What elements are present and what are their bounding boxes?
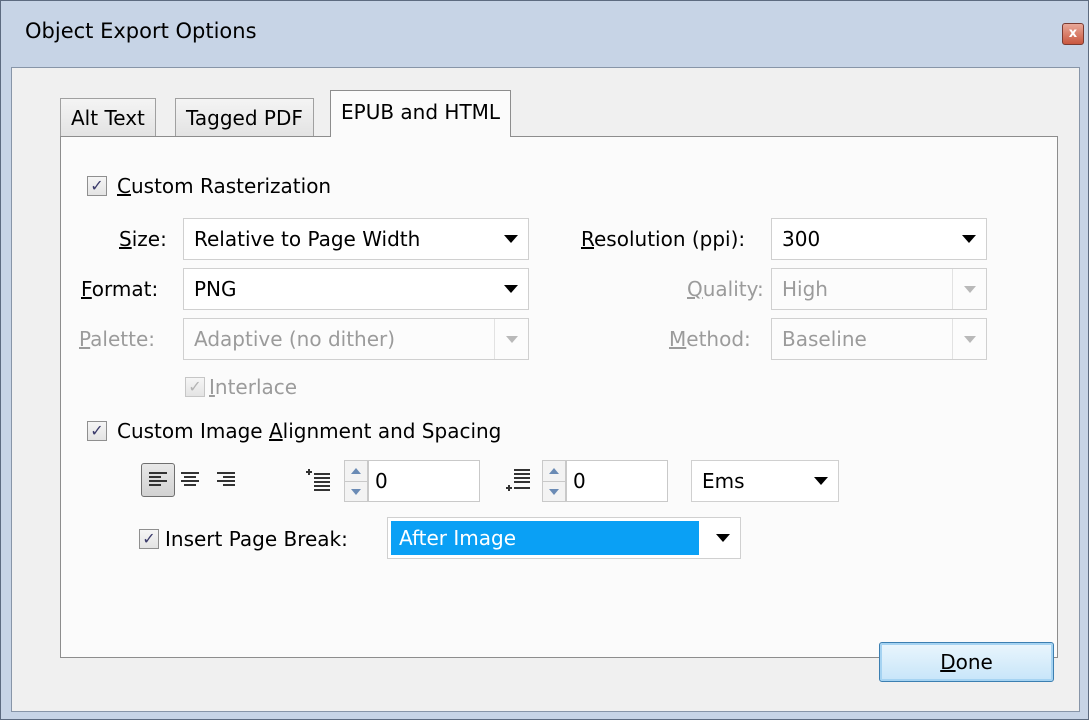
- units-select[interactable]: Ems: [691, 460, 839, 502]
- format-select[interactable]: PNG: [183, 268, 529, 310]
- align-right-icon[interactable]: [209, 463, 243, 497]
- dialog-window: Object Export Options x Alt Text Tagged …: [0, 0, 1089, 720]
- custom-rasterization-checkbox[interactable]: ✓: [87, 176, 107, 196]
- method-select[interactable]: Baseline: [771, 318, 987, 360]
- format-value: PNG: [194, 277, 237, 301]
- custom-alignment-label[interactable]: Custom Image Alignment and Spacing: [117, 417, 501, 445]
- interlace-label[interactable]: Interlace: [209, 373, 297, 401]
- resolution-value: 300: [782, 227, 821, 251]
- title-bar: Object Export Options x: [1, 1, 1088, 67]
- tab-panel: ✓ Custom Rasterization Size: Relative to…: [60, 136, 1058, 658]
- resolution-select[interactable]: 300: [771, 218, 987, 260]
- resolution-label: Resolution (ppi):: [581, 227, 746, 251]
- space-before-icon: [301, 463, 335, 497]
- align-left-icon[interactable]: [141, 463, 175, 497]
- size-label: Size:: [119, 227, 167, 251]
- chevron-down-icon: [706, 518, 740, 558]
- custom-rasterization-label[interactable]: Custom Rasterization: [117, 172, 331, 200]
- stepper-down-icon[interactable]: [543, 481, 565, 501]
- chevron-down-icon: [804, 461, 838, 501]
- dialog-title: Object Export Options: [25, 19, 257, 43]
- method-value: Baseline: [782, 327, 867, 351]
- space-after-input[interactable]: 0: [566, 460, 668, 502]
- tab-tagged-pdf[interactable]: Tagged PDF: [175, 98, 314, 136]
- tab-alt-text[interactable]: Alt Text: [60, 98, 156, 136]
- stepper-up-icon[interactable]: [543, 461, 565, 481]
- chevron-down-icon: [494, 319, 528, 359]
- quality-select[interactable]: High: [771, 268, 987, 310]
- stepper-up-icon[interactable]: [345, 461, 367, 481]
- tab-epub-and-html[interactable]: EPUB and HTML: [330, 90, 512, 137]
- dialog-client: Alt Text Tagged PDF EPUB and HTML ✓ Cust…: [11, 67, 1080, 712]
- space-before-stepper[interactable]: [344, 460, 368, 502]
- align-center-icon[interactable]: [173, 463, 207, 497]
- insert-page-break-checkbox[interactable]: ✓: [139, 529, 159, 549]
- chevron-down-icon: [952, 219, 986, 259]
- palette-value: Adaptive (no dither): [194, 327, 396, 351]
- method-label: Method:: [669, 327, 751, 351]
- chevron-down-icon: [494, 269, 528, 309]
- chevron-down-icon: [952, 269, 986, 309]
- insert-page-break-label[interactable]: Insert Page Break:: [165, 525, 348, 553]
- close-icon[interactable]: x: [1062, 23, 1084, 45]
- units-value: Ems: [702, 469, 745, 493]
- quality-value: High: [782, 277, 828, 301]
- quality-label: Quality:: [687, 277, 764, 301]
- space-after-stepper[interactable]: [542, 460, 566, 502]
- page-break-value: After Image: [391, 521, 699, 555]
- stepper-down-icon[interactable]: [345, 481, 367, 501]
- interlace-checkbox[interactable]: ✓: [185, 377, 205, 397]
- chevron-down-icon: [494, 219, 528, 259]
- chevron-down-icon: [952, 319, 986, 359]
- size-select[interactable]: Relative to Page Width: [183, 218, 529, 260]
- space-before-input[interactable]: 0: [368, 460, 480, 502]
- size-value: Relative to Page Width: [194, 227, 421, 251]
- format-label: Format:: [81, 277, 159, 301]
- space-after-icon: [501, 463, 535, 497]
- palette-label: Palette:: [79, 327, 156, 351]
- page-break-select[interactable]: After Image: [387, 517, 741, 559]
- done-button[interactable]: Done: [879, 642, 1054, 682]
- palette-select[interactable]: Adaptive (no dither): [183, 318, 529, 360]
- custom-alignment-checkbox[interactable]: ✓: [87, 421, 107, 441]
